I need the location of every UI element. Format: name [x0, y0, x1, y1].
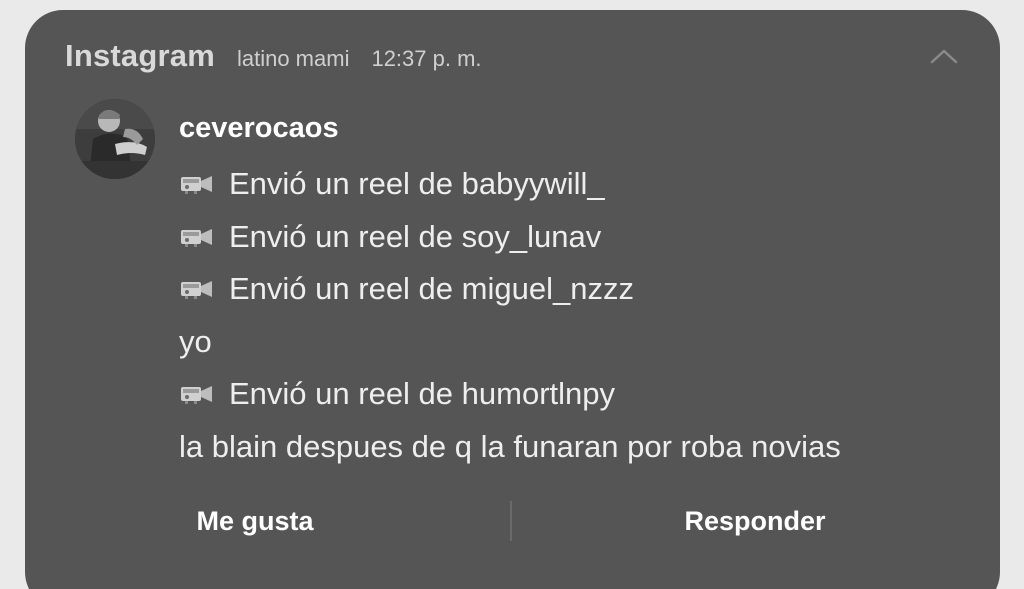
- avatar[interactable]: [75, 99, 155, 179]
- message-line: Envió un reel de miguel_nzzz: [179, 263, 979, 316]
- message-line: yo: [179, 316, 979, 369]
- screen: Instagram latino mami 12:37 p. m. cevero…: [0, 0, 1024, 589]
- notification-actions: Me gusta Responder: [25, 496, 1000, 546]
- action-divider: [510, 501, 512, 541]
- video-camera-icon: [181, 176, 212, 195]
- video-camera-icon: [181, 228, 212, 247]
- app-name: Instagram: [65, 38, 215, 73]
- message-text: yo: [179, 323, 212, 359]
- message-text: Envió un reel de humortlnpy: [229, 376, 616, 412]
- message-line: Envió un reel de babyywill_: [179, 158, 979, 211]
- message-line: la blain despues de q la funaran por rob…: [179, 421, 979, 474]
- reply-button[interactable]: Responder: [615, 496, 895, 546]
- notification-header: Instagram latino mami 12:37 p. m.: [65, 38, 482, 74]
- message-text: Envió un reel de babyywill_: [229, 166, 605, 202]
- chevron-up-icon[interactable]: [929, 46, 959, 66]
- notification-card[interactable]: Instagram latino mami 12:37 p. m. cevero…: [25, 10, 1000, 589]
- video-camera-icon: [181, 281, 212, 300]
- message-text: Envió un reel de soy_lunav: [229, 218, 602, 254]
- like-button[interactable]: Me gusta: [135, 496, 375, 546]
- message-line: Envió un reel de soy_lunav: [179, 211, 979, 264]
- profile-photo-icon: [75, 99, 155, 179]
- message-text: Envió un reel de miguel_nzzz: [229, 271, 634, 307]
- notification-time: 12:37 p. m.: [371, 46, 482, 71]
- video-camera-icon: [181, 386, 212, 405]
- message-line: Envió un reel de humortlnpy: [179, 368, 979, 421]
- notification-content: ceverocaos Envió un reel de babyywill_ E…: [179, 106, 979, 473]
- message-text: la blain despues de q la funaran por rob…: [179, 428, 841, 464]
- notification-subtitle: latino mami: [236, 46, 350, 71]
- sender-name: ceverocaos: [179, 112, 339, 144]
